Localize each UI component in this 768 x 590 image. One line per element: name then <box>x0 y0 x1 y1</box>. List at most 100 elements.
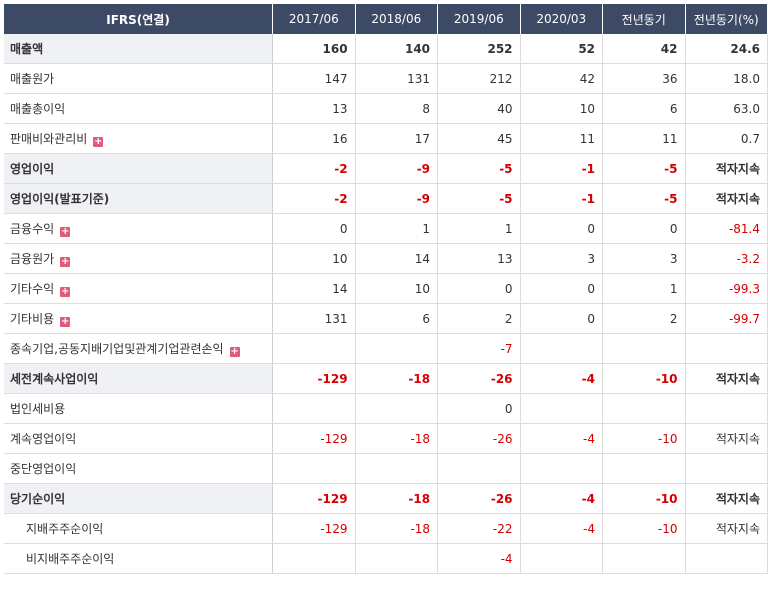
value-cell: 11 <box>602 123 686 154</box>
row-label-cell: 비지배주주순이익 <box>4 543 274 574</box>
value-cell: -99.3 <box>685 273 768 304</box>
value-cell <box>272 333 356 364</box>
row-label: 계속영업이익 <box>10 432 77 446</box>
table-row: 매출원가 147 131 212 42 36 18.0 <box>4 63 768 94</box>
value-cell <box>685 543 768 574</box>
value-cell <box>520 393 604 424</box>
value-cell: -18 <box>355 513 439 544</box>
row-label-cell: 기타수익 + <box>4 273 274 304</box>
value-cell <box>355 453 439 484</box>
row-label: 종속기업,공동지배기업및관계기업관련손익 <box>10 342 224 356</box>
header-label: IFRS(연결) <box>4 4 274 34</box>
header-col-2018-06: 2018/06 <box>355 4 439 34</box>
value-cell: -2 <box>272 153 356 184</box>
value-cell: 1 <box>355 213 439 244</box>
value-cell: -5 <box>602 153 686 184</box>
value-cell: -2 <box>272 183 356 214</box>
value-cell: -18 <box>355 363 439 394</box>
row-label-cell: 지배주주순이익 <box>4 513 274 544</box>
row-label-cell: 당기순이익 <box>4 483 274 514</box>
value-cell: 16 <box>272 123 356 154</box>
row-label-cell: 종속기업,공동지배기업및관계기업관련손익 + <box>4 333 274 364</box>
plus-icon[interactable]: + <box>60 257 71 267</box>
value-cell <box>602 453 686 484</box>
value-cell: -26 <box>437 483 521 514</box>
value-cell: -81.4 <box>685 213 768 244</box>
row-label-cell: 매출원가 <box>4 63 274 94</box>
table-row: 종속기업,공동지배기업및관계기업관련손익 + -7 <box>4 333 768 364</box>
value-cell <box>272 393 356 424</box>
value-cell: -4 <box>520 363 604 394</box>
value-cell: 0 <box>602 213 686 244</box>
value-cell: 131 <box>272 303 356 334</box>
value-cell <box>520 333 604 364</box>
row-label: 영업이익 <box>10 162 55 176</box>
value-cell <box>272 543 356 574</box>
value-cell: 13 <box>272 93 356 124</box>
value-cell: 8 <box>355 93 439 124</box>
value-cell <box>602 393 686 424</box>
value-cell <box>602 543 686 574</box>
value-cell: 52 <box>520 34 604 64</box>
value-cell: -4 <box>520 483 604 514</box>
plus-icon[interactable]: + <box>60 227 71 237</box>
value-cell <box>355 333 439 364</box>
value-cell: 160 <box>272 34 356 64</box>
table-row: 지배주주순이익 -129 -18 -22 -4 -10 적자지속 <box>4 513 768 544</box>
plus-icon[interactable]: + <box>60 287 71 297</box>
row-label-cell: 법인세비용 <box>4 393 274 424</box>
value-cell: -10 <box>602 483 686 514</box>
value-cell: -26 <box>437 423 521 454</box>
value-cell: 6 <box>602 93 686 124</box>
value-cell: -1 <box>520 153 604 184</box>
value-cell: 45 <box>437 123 521 154</box>
value-cell: 1 <box>437 213 521 244</box>
value-cell: 0 <box>520 303 604 334</box>
value-cell: 10 <box>520 93 604 124</box>
row-label-cell: 영업이익 <box>4 153 274 184</box>
value-cell: -5 <box>602 183 686 214</box>
row-label: 세전계속사업이익 <box>10 372 99 386</box>
table-row: 매출총이익 13 8 40 10 6 63.0 <box>4 93 768 124</box>
value-cell: 131 <box>355 63 439 94</box>
value-cell: 63.0 <box>685 93 768 124</box>
value-cell <box>355 543 439 574</box>
table-row: 금융수익 +0 1 1 0 0 -81.4 <box>4 213 768 244</box>
value-cell <box>685 453 768 484</box>
value-cell: 0 <box>520 213 604 244</box>
value-cell: 11 <box>520 123 604 154</box>
value-cell: -10 <box>602 363 686 394</box>
value-cell: 적자지속 <box>685 513 768 544</box>
value-cell: -99.7 <box>685 303 768 334</box>
row-label: 중단영업이익 <box>10 462 77 476</box>
row-label: 금융수익 <box>10 222 55 236</box>
table-row: 판매비와관리비 +16 17 45 11 11 0.7 <box>4 123 768 154</box>
value-cell <box>437 453 521 484</box>
value-cell: 0.7 <box>685 123 768 154</box>
value-cell: 0 <box>437 273 521 304</box>
value-cell: 0 <box>272 213 356 244</box>
value-cell: 3 <box>520 243 604 274</box>
value-cell <box>272 453 356 484</box>
value-cell: -9 <box>355 183 439 214</box>
value-cell: 252 <box>437 34 521 64</box>
value-cell: 적자지속 <box>685 153 768 184</box>
value-cell: -129 <box>272 363 356 394</box>
row-label: 매출원가 <box>10 72 55 86</box>
plus-icon[interactable]: + <box>93 137 104 147</box>
row-label-cell: 기타비용 + <box>4 303 274 334</box>
value-cell: 2 <box>602 303 686 334</box>
table-row: 중단영업이익 <box>4 453 768 484</box>
table-row: 기타비용 +131 6 2 0 2 -99.7 <box>4 303 768 334</box>
plus-icon[interactable]: + <box>60 317 71 327</box>
value-cell: -4 <box>437 543 521 574</box>
table-row: 세전계속사업이익 -129 -18 -26 -4 -10 적자지속 <box>4 363 768 394</box>
row-label: 기타비용 <box>10 312 55 326</box>
value-cell: -10 <box>602 513 686 544</box>
value-cell: -129 <box>272 483 356 514</box>
plus-icon[interactable]: + <box>229 347 240 357</box>
row-label-cell: 세전계속사업이익 <box>4 363 274 394</box>
value-cell: -22 <box>437 513 521 544</box>
row-label-cell: 금융수익 + <box>4 213 274 244</box>
table-row: 금융원가 +10 14 13 3 3 -3.2 <box>4 243 768 274</box>
